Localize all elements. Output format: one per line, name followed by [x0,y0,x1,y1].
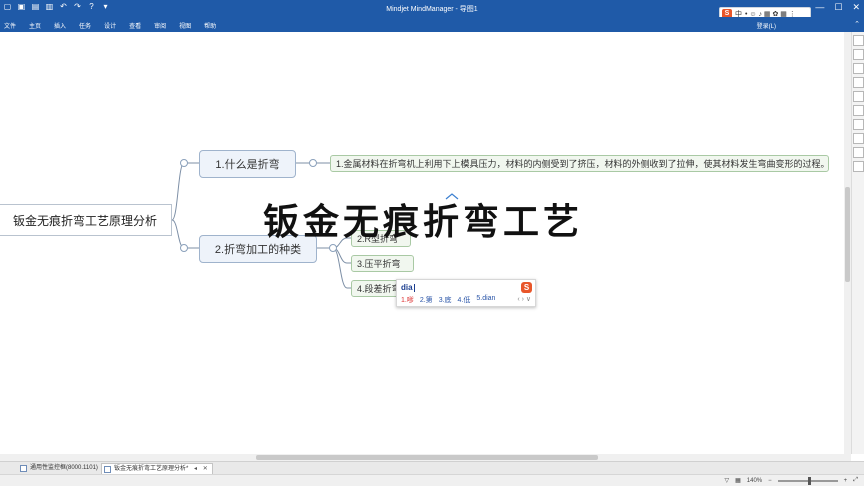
collapse-toggle-topic2[interactable] [329,244,337,252]
login-link[interactable]: 登录(L) [757,21,776,30]
scroll-thumb[interactable] [256,455,598,460]
panel-tab-icon[interactable] [853,161,864,172]
mindmap-canvas[interactable]: 钣金无痕折弯工艺原理分析 1.什么是折弯 1.金属材料在折弯机上利用下上模具压力… [0,32,851,454]
status-bar: ▽ ▦ 140% − + ⤢ [0,474,864,486]
fit-map-icon[interactable]: ⤢ [853,477,858,484]
horizontal-scrollbar[interactable] [0,454,851,461]
candidate-item[interactable]: 1.嗲 [401,295,414,305]
connector-point [180,244,188,252]
panel-tab-icon[interactable] [853,63,864,74]
zoom-out-icon[interactable]: − [768,478,772,484]
doc-tab-active[interactable]: 钣金无痕折弯工艺原理分析* ◂ ✕ [101,463,213,474]
right-panel-tabs [851,32,864,454]
ime-candidate-window[interactable]: dia S 1.嗲 2.第 3.底 4.低 5.dian ‹ › ∨ [396,279,536,307]
filter-icon[interactable]: ▽ [725,477,730,484]
zoom-in-icon[interactable]: + [844,478,848,484]
close-button[interactable]: ✕ [852,2,860,13]
candidate-item[interactable]: 2.第 [420,295,433,305]
panel-tab-icon[interactable] [853,91,864,102]
ribbon-collapse-icon[interactable]: ⌃ [854,20,860,28]
menu-review[interactable]: 审阅 [154,21,166,30]
zoom-level: 140% [746,477,763,484]
panel-tab-icon[interactable] [853,77,864,88]
ribbon-menu-bar: 文件 主页 插入 任务 设计 查看 审阅 视图 帮助 登录(L) ⌃ [0,17,864,32]
panel-tab-icon[interactable] [853,147,864,158]
document-tabs: 通用性监控框(8000.1101) 钣金无痕折弯工艺原理分析* ◂ ✕ [0,461,864,474]
menu-insert[interactable]: 插入 [54,21,66,30]
menu-view-check[interactable]: 查看 [129,21,141,30]
panel-tab-icon[interactable] [853,35,864,46]
zoom-slider[interactable] [777,476,838,485]
connector-point [180,159,188,167]
document-icon [104,466,111,473]
window-controls: — ☐ ✕ [815,2,860,13]
subtopic-definition[interactable]: 1.金属材料在折弯机上利用下上模具压力，材料的内侧受到了挤压，材料的外侧收到了拉… [330,155,830,172]
ime-input-text: dia [401,283,415,292]
scroll-thumb[interactable] [845,187,850,282]
topic-what-is-bending[interactable]: 1.什么是折弯 [199,150,296,178]
collapse-toggle-topic1[interactable] [309,159,317,167]
candidate-list: 1.嗲 2.第 3.底 4.低 5.dian [401,295,495,305]
zoom-slider-knob[interactable] [807,476,811,485]
sogou-logo-icon: S [521,282,532,293]
subtopic-flatten-bending[interactable]: 3.压平折弯 [351,255,414,272]
panel-tab-icon[interactable] [853,119,864,130]
close-tab-icon[interactable]: ✕ [203,466,208,472]
candidate-item[interactable]: 3.底 [439,295,452,305]
pin-icon[interactable]: ◂ [194,466,197,472]
panel-tab-icon[interactable] [853,49,864,60]
panel-tab-icon[interactable] [853,133,864,144]
document-icon [20,465,27,472]
layout-icon[interactable]: ▦ [735,477,741,484]
menu-home[interactable]: 主页 [29,21,41,30]
menu-design[interactable]: 设计 [104,21,116,30]
candidate-page-nav[interactable]: ‹ › ∨ [517,295,531,303]
menu-task[interactable]: 任务 [79,21,91,30]
candidate-item[interactable]: 4.低 [458,295,471,305]
panel-tab-icon[interactable] [853,105,864,116]
menu-view[interactable]: 视图 [179,21,191,30]
menu-help[interactable]: 帮助 [204,21,216,30]
maximize-button[interactable]: ☐ [834,2,842,13]
central-topic[interactable]: 钣金无痕折弯工艺原理分析 [0,204,172,236]
candidate-item[interactable]: 5.dian [476,295,495,305]
overlay-title: 钣金无痕折弯工艺 [263,202,584,243]
doc-tab-monitor[interactable]: 通用性监控框(8000.1101) [18,463,98,474]
menu-file[interactable]: 文件 [4,21,16,30]
minimize-button[interactable]: — [815,2,824,13]
vertical-scrollbar[interactable] [844,32,851,454]
